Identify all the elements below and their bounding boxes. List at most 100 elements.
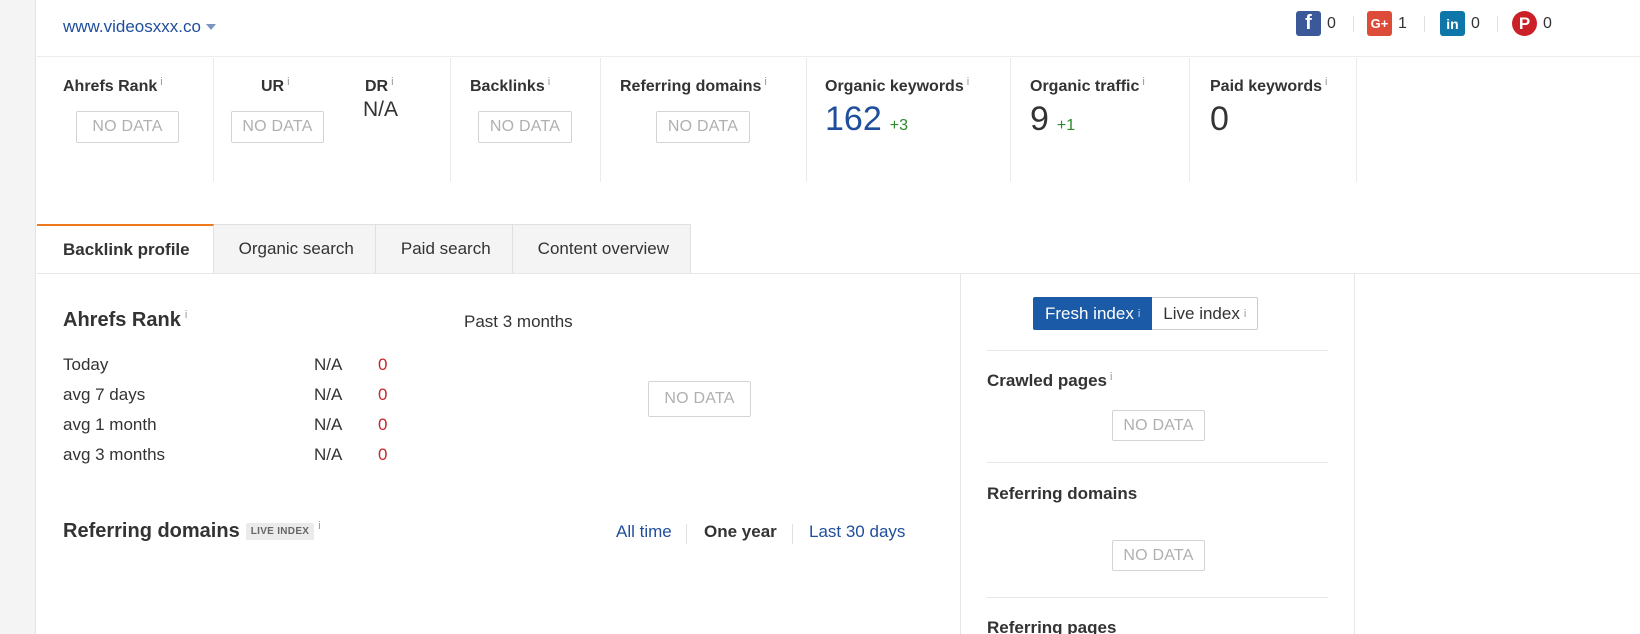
rank-row-change: 0 (378, 445, 388, 464)
metric-paid-keywords: Paid keywords i 0 (1190, 58, 1357, 182)
divider (1352, 16, 1354, 32)
sidebar-referring-pages-title: Referring pages (987, 618, 1117, 634)
rank-row-value: N/A (314, 355, 343, 374)
tab-paid-search[interactable]: Paid search (375, 224, 513, 274)
crawled-pages-title-text: Crawled pages (987, 371, 1107, 390)
facebook-icon[interactable]: f (1296, 11, 1321, 36)
chart-no-data: NO DATA (648, 381, 751, 417)
divider (1423, 16, 1425, 32)
rank-row: avg 7 days N/A 0 (63, 385, 403, 407)
metric-backlinks: Backlinks i NO DATA (451, 58, 601, 182)
linkedin-share[interactable]: in 0 (1440, 11, 1498, 36)
rank-row-change: 0 (378, 415, 388, 434)
tab-content-overview[interactable]: Content overview (512, 224, 692, 274)
facebook-count: 0 (1327, 14, 1336, 32)
chevron-down-icon[interactable] (205, 24, 216, 30)
info-icon[interactable]: i (1110, 371, 1112, 383)
divider (1354, 274, 1355, 634)
divider (987, 462, 1328, 463)
info-icon[interactable]: i (764, 76, 766, 88)
metric-ur-dr: UR i NO DATA DR i N/A (214, 58, 451, 182)
period-label: Past 3 months (464, 312, 573, 331)
index-toggle: Fresh index i Live index i (1033, 297, 1259, 330)
rank-row-label: avg 3 months (63, 445, 166, 464)
rank-row: avg 3 months N/A 0 (63, 445, 403, 467)
pinterest-count: 0 (1543, 14, 1552, 32)
metric-label: Backlinks (470, 78, 545, 95)
divider (987, 350, 1328, 351)
organic-traffic-delta: +1 (1056, 117, 1076, 134)
info-icon[interactable]: i (967, 76, 969, 88)
no-data-badge: NO DATA (478, 111, 572, 143)
divider (1356, 58, 1357, 182)
google-plus-count: 1 (1398, 14, 1407, 32)
site-selector[interactable]: www.videosxxx.co (63, 17, 216, 37)
google-plus-share[interactable]: G+ 1 (1367, 11, 1425, 36)
rank-row-label: avg 7 days (63, 385, 146, 404)
info-icon[interactable]: i (318, 520, 320, 532)
pinterest-icon[interactable]: P (1512, 11, 1537, 36)
rank-row-change: 0 (378, 385, 388, 404)
section-title-text: Ahrefs Rank (63, 309, 181, 331)
rank-row: Today N/A 0 (63, 355, 403, 377)
organic-keywords-value[interactable]: 162 (825, 100, 882, 138)
info-icon[interactable]: i (1142, 76, 1144, 88)
tab-backlink-profile[interactable]: Backlink profile (37, 224, 214, 274)
site-url[interactable]: www.videosxxx.co (63, 17, 201, 36)
dr-value: N/A (363, 98, 399, 121)
section-title-text: Referring domains (63, 520, 240, 542)
organic-traffic-value-wrap: 9 +1 (1030, 100, 1075, 139)
crawled-pages-no-data: NO DATA (1112, 410, 1205, 441)
metric-label: Organic traffic (1030, 78, 1140, 95)
no-data-badge: NO DATA (76, 111, 179, 143)
filter-all-time[interactable]: All time (616, 522, 672, 542)
fresh-index-button[interactable]: Fresh index i (1033, 297, 1153, 330)
metric-label: UR (261, 78, 285, 95)
info-icon[interactable]: i (1138, 308, 1140, 320)
metric-organic-keywords: Organic keywords i 162 +3 (807, 58, 1011, 182)
google-plus-icon[interactable]: G+ (1367, 11, 1392, 36)
live-index-label[interactable]: Live index (1163, 304, 1240, 324)
info-icon[interactable]: i (287, 76, 289, 88)
metric-referring-domains: Referring domains i NO DATA (601, 58, 807, 182)
no-data-badge: NO DATA (656, 111, 750, 143)
section-title-ahrefs-rank: Ahrefs Rank i (63, 309, 187, 332)
organic-keywords-value-link[interactable]: 162 +3 (825, 100, 908, 139)
rank-row-label: avg 1 month (63, 415, 157, 434)
info-icon[interactable]: i (185, 309, 187, 321)
section-title-referring-domains: Referring domains LIVE INDEX i (63, 520, 321, 543)
divider (686, 524, 687, 544)
facebook-share[interactable]: f 0 (1296, 11, 1354, 36)
info-icon[interactable]: i (391, 76, 393, 88)
divider (960, 274, 961, 634)
info-icon[interactable]: i (1325, 76, 1327, 88)
divider (792, 524, 793, 544)
metric-organic-traffic: Organic traffic i 9 +1 (1011, 58, 1190, 182)
linkedin-icon[interactable]: in (1440, 11, 1465, 36)
rank-row-label: Today (63, 355, 109, 374)
report-tabs: Backlink profile Organic search Paid sea… (37, 224, 692, 274)
filter-one-year[interactable]: One year (704, 522, 777, 542)
tab-organic-search[interactable]: Organic search (213, 224, 376, 274)
pinterest-share[interactable]: P 0 (1512, 11, 1552, 36)
metric-ahrefs-rank: Ahrefs Rank i NO DATA (37, 58, 214, 182)
metric-label: DR (365, 78, 389, 95)
divider (987, 597, 1328, 598)
live-index-button[interactable]: Live index i (1152, 297, 1259, 330)
metric-label: Paid keywords (1210, 78, 1323, 95)
sidebar-referring-domains-title: Referring domains (987, 484, 1138, 503)
rank-row-value: N/A (314, 445, 343, 464)
info-icon[interactable]: i (548, 76, 550, 88)
fresh-index-label[interactable]: Fresh index (1045, 304, 1134, 324)
paid-keywords-value: 0 (1210, 100, 1229, 138)
info-icon[interactable]: i (1244, 308, 1246, 320)
linkedin-count: 0 (1471, 14, 1480, 32)
top-bar: www.videosxxx.co f 0 G+ 1 in 0 P 0 (37, 0, 1640, 57)
filter-last-30-days[interactable]: Last 30 days (809, 522, 905, 542)
metric-label: Referring domains (620, 78, 762, 95)
live-index-badge: LIVE INDEX (245, 523, 315, 540)
divider (37, 273, 1640, 274)
no-data-badge: NO DATA (231, 111, 324, 143)
rank-row-change: 0 (378, 355, 388, 374)
info-icon[interactable]: i (160, 76, 162, 88)
